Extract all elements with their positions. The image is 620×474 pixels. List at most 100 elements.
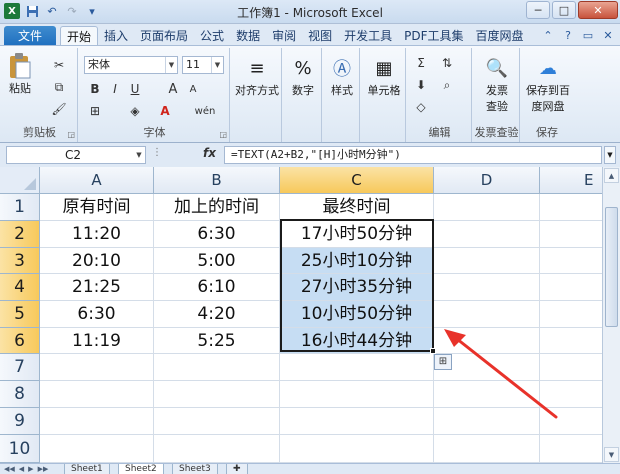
cell-d10[interactable] — [434, 435, 540, 463]
italic-button[interactable]: I — [106, 80, 124, 98]
cell-d1[interactable] — [434, 194, 540, 221]
cell-d9[interactable] — [434, 408, 540, 435]
help-icon[interactable]: ? — [560, 27, 576, 43]
formula-bar-handle-icon[interactable]: ⋮ — [152, 147, 162, 158]
minimize-ribbon-icon[interactable]: ⌃ — [540, 27, 556, 43]
cell-e5[interactable] — [540, 301, 602, 328]
cell-e6[interactable] — [540, 328, 602, 354]
cell-b4[interactable]: 6:10 — [154, 274, 280, 301]
minimize-button[interactable]: ─ — [526, 1, 550, 19]
tab-baidu-netdisk[interactable]: 百度网盘 — [470, 26, 530, 46]
cell-d2[interactable] — [434, 221, 540, 248]
underline-button[interactable]: U — [126, 80, 144, 98]
cell-e7[interactable] — [540, 354, 602, 381]
auto-fill-options-icon[interactable]: ⊞ — [434, 354, 452, 370]
cell-d5[interactable] — [434, 301, 540, 328]
grow-font-button[interactable]: A — [164, 80, 182, 98]
cell-a4[interactable]: 21:25 — [40, 274, 154, 301]
tab-home[interactable]: 开始 — [60, 26, 99, 46]
cell-a6[interactable]: 11:19 — [40, 328, 154, 354]
number-button[interactable]: % 数字 — [286, 54, 320, 98]
cell-d8[interactable] — [434, 381, 540, 408]
border-icon[interactable]: ⊞ — [86, 102, 104, 120]
cell-e9[interactable] — [540, 408, 602, 435]
cell-d3[interactable] — [434, 248, 540, 274]
cell-c9[interactable] — [280, 408, 434, 435]
scroll-down-icon[interactable]: ▼ — [604, 447, 619, 462]
cell-c10[interactable] — [280, 435, 434, 463]
column-header-d[interactable]: D — [434, 167, 540, 194]
cell-e4[interactable] — [540, 274, 602, 301]
column-header-e[interactable]: E — [540, 167, 602, 194]
prev-sheet-icon[interactable]: ◀ — [19, 465, 24, 473]
vertical-scrollbar[interactable]: ▲ ▼ — [602, 167, 620, 463]
find-select-icon[interactable]: ⌕ — [438, 76, 456, 94]
expand-formula-bar-icon[interactable]: ▼ — [604, 146, 616, 164]
tab-review[interactable]: 审阅 — [266, 26, 302, 46]
cell-c1[interactable]: 最终时间 — [280, 194, 434, 221]
row-header-5[interactable]: 5 — [0, 301, 40, 328]
clear-icon[interactable]: ◇ — [412, 98, 430, 116]
next-sheet-icon[interactable]: ▶ — [28, 465, 33, 473]
cell-a1[interactable]: 原有时间 — [40, 194, 154, 221]
column-header-a[interactable]: A — [40, 167, 154, 194]
chevron-down-icon[interactable]: ▼ — [165, 57, 177, 73]
close-button[interactable]: ✕ — [578, 1, 618, 19]
cell-b7[interactable] — [154, 354, 280, 381]
cell-a8[interactable] — [40, 381, 154, 408]
chevron-down-icon[interactable]: ▼ — [133, 147, 145, 163]
cell-e8[interactable] — [540, 381, 602, 408]
column-header-b[interactable]: B — [154, 167, 280, 194]
close-workbook-icon[interactable]: ✕ — [600, 27, 616, 43]
cut-icon[interactable]: ✂ — [50, 56, 68, 74]
name-box[interactable]: C2 ▼ — [6, 146, 146, 164]
alignment-button[interactable]: ≡ 对齐方式 — [234, 54, 280, 98]
autosum-icon[interactable]: Σ — [412, 54, 430, 72]
cell-b1[interactable]: 加上的时间 — [154, 194, 280, 221]
cell-b6[interactable]: 5:25 — [154, 328, 280, 354]
row-header-1[interactable]: 1 — [0, 194, 40, 221]
tab-insert[interactable]: 插入 — [98, 26, 134, 46]
select-all-button[interactable] — [0, 167, 40, 194]
tab-pdf-tools[interactable]: PDF工具集 — [398, 26, 469, 46]
scrollbar-thumb[interactable] — [605, 207, 618, 327]
tab-page-layout[interactable]: 页面布局 — [134, 26, 194, 46]
sort-filter-icon[interactable]: ⇅ — [438, 54, 456, 72]
row-header-7[interactable]: 7 — [0, 354, 40, 381]
cell-a10[interactable] — [40, 435, 154, 463]
cell-e3[interactable] — [540, 248, 602, 274]
column-header-c[interactable]: C — [280, 167, 434, 194]
cells-button[interactable]: ▦ 单元格 — [364, 54, 404, 98]
cell-b3[interactable]: 5:00 — [154, 248, 280, 274]
copy-icon[interactable]: ⧉ — [50, 78, 68, 96]
cell-b5[interactable]: 4:20 — [154, 301, 280, 328]
font-launcher-icon[interactable]: ◲ — [219, 130, 227, 139]
invoice-check-button[interactable]: 🔍 发票 查验 — [476, 54, 518, 114]
cell-a9[interactable] — [40, 408, 154, 435]
sheet-tab-sheet1[interactable]: Sheet1 — [64, 464, 110, 474]
row-header-2[interactable]: 2 — [0, 221, 40, 248]
tab-file[interactable]: 文件 — [4, 26, 56, 46]
font-color-icon[interactable]: A — [156, 102, 174, 120]
first-sheet-icon[interactable]: ◀◀ — [4, 465, 15, 473]
last-sheet-icon[interactable]: ▶▶ — [38, 465, 49, 473]
shrink-font-button[interactable]: A — [184, 80, 202, 98]
cell-b9[interactable] — [154, 408, 280, 435]
row-header-10[interactable]: 10 — [0, 435, 40, 463]
sheet-tab-sheet2[interactable]: Sheet2 — [118, 464, 164, 474]
tab-data[interactable]: 数据 — [230, 26, 266, 46]
maximize-button[interactable]: □ — [552, 1, 576, 19]
cell-d4[interactable] — [434, 274, 540, 301]
worksheet-grid[interactable]: A B C D E 1 2 3 4 5 6 7 8 9 10 原有时间 加上的时… — [0, 167, 602, 463]
row-header-6[interactable]: 6 — [0, 328, 40, 354]
cell-e10[interactable] — [540, 435, 602, 463]
chevron-down-icon[interactable]: ▼ — [211, 57, 223, 73]
cell-b8[interactable] — [154, 381, 280, 408]
cell-d6[interactable] — [434, 328, 540, 354]
bold-button[interactable]: B — [86, 80, 104, 98]
insert-sheet-icon[interactable]: ✚ — [226, 464, 248, 474]
cell-b2[interactable]: 6:30 — [154, 221, 280, 248]
row-header-9[interactable]: 9 — [0, 408, 40, 435]
font-size-combo[interactable]: 11 ▼ — [182, 56, 224, 74]
row-header-3[interactable]: 3 — [0, 248, 40, 274]
